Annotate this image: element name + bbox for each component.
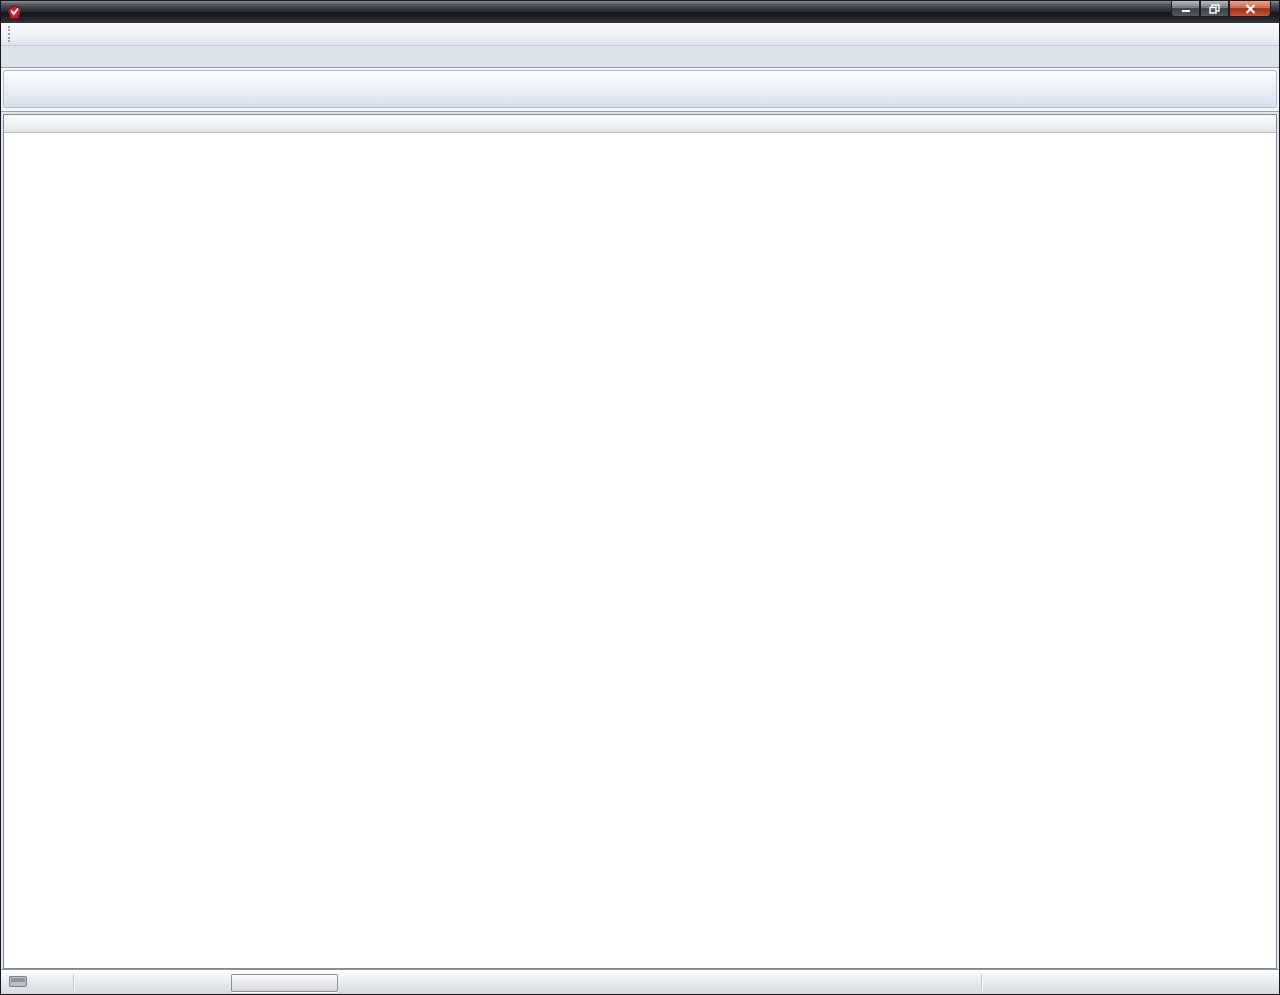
statusbar-panel-divider	[73, 974, 74, 991]
close-button[interactable]	[1229, 1, 1271, 17]
titlebar	[1, 1, 1279, 23]
menubar	[1, 23, 1279, 46]
minimize-button[interactable]	[1171, 1, 1200, 17]
tabbar	[1, 46, 1279, 68]
window-controls	[1171, 1, 1279, 23]
restore-button[interactable]	[1200, 1, 1229, 17]
grid-header	[4, 115, 1276, 133]
app-window	[0, 0, 1280, 995]
progress-indicator	[231, 974, 338, 992]
toolbar	[3, 70, 1277, 108]
app-logo-icon	[7, 5, 22, 20]
grid-body	[4, 133, 1276, 968]
task-tree-panel	[1, 112, 1279, 969]
statusbar	[1, 970, 1279, 994]
toolbar-strip	[1, 68, 1279, 112]
menubar-gripper[interactable]	[8, 26, 13, 42]
statusbar-panel-divider-2	[981, 974, 982, 991]
task-tree-grid	[3, 114, 1277, 969]
input-mode-icon	[9, 976, 27, 990]
